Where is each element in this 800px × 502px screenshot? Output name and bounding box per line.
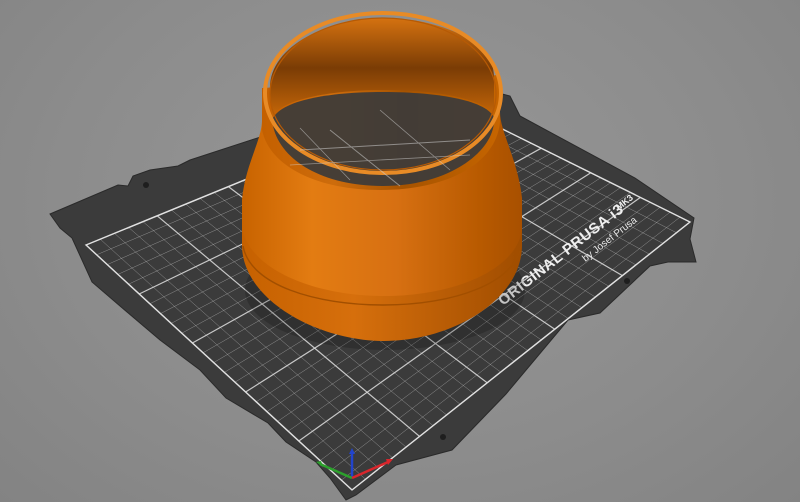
bed-mount-hole [440, 434, 446, 440]
scene-canvas[interactable]: ORIGINAL PRUSA i3 MK3 by Josef Prusa [0, 0, 800, 502]
3d-viewport[interactable]: ORIGINAL PRUSA i3 MK3 by Josef Prusa [0, 0, 800, 502]
bed-mount-hole [143, 182, 149, 188]
bed-mount-hole [624, 278, 630, 284]
model-object[interactable] [242, 11, 522, 341]
